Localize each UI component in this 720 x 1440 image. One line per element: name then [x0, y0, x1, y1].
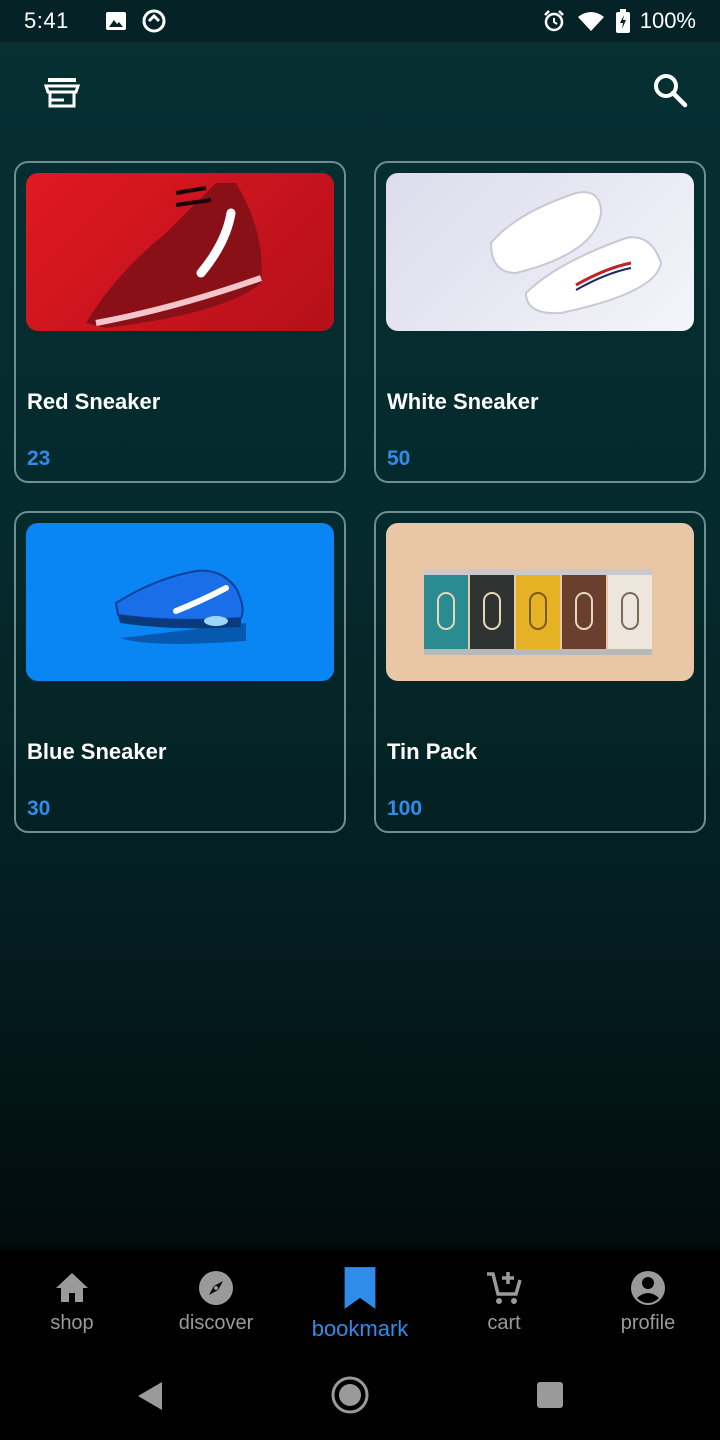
nav-label: profile: [620, 1312, 676, 1334]
system-navigation-bar: [0, 1360, 720, 1440]
nav-item-cart[interactable]: cart: [432, 1268, 576, 1348]
bottom-navigation: shop discover bookmark cart profile: [0, 1250, 720, 1360]
cart-add-icon: [487, 1272, 522, 1304]
white-sneaker-illustration: [489, 191, 663, 315]
product-card-tin-pack[interactable]: Tin Pack 100: [374, 511, 706, 833]
red-sneaker-illustration: [86, 183, 262, 328]
nav-label: cart: [487, 1312, 521, 1334]
search-icon: [654, 74, 688, 108]
red-sneaker-photo: [26, 173, 334, 331]
store-icon: [43, 78, 81, 108]
nav-item-profile[interactable]: profile: [576, 1268, 720, 1348]
product-card-red-sneaker[interactable]: Red Sneaker 23: [14, 161, 346, 483]
nav-label: discover: [178, 1312, 254, 1334]
tin-pack-photo: [386, 523, 694, 681]
nav-label: bookmark: [311, 1316, 409, 1341]
nav-item-shop[interactable]: shop: [0, 1268, 144, 1348]
product-price: 30: [27, 797, 51, 820]
profile-icon: [631, 1271, 665, 1305]
nav-item-bookmark[interactable]: bookmark: [288, 1267, 432, 1348]
product-price: 100: [387, 797, 423, 820]
nav-label: shop: [50, 1312, 94, 1334]
store-button[interactable]: [42, 72, 82, 112]
nav-item-discover[interactable]: discover: [144, 1268, 288, 1348]
product-card-blue-sneaker[interactable]: Blue Sneaker 30: [14, 511, 346, 833]
product-price: 50: [387, 447, 411, 470]
tin-pack-illustration: [424, 569, 652, 655]
alarm-icon: [543, 10, 564, 32]
status-time: 5:41: [24, 8, 69, 33]
image-icon: [105, 12, 126, 30]
product-name: Red Sneaker: [27, 389, 161, 414]
compass-icon: [199, 1271, 233, 1305]
sync-icon: [142, 9, 166, 33]
home-button-icon[interactable]: [330, 1375, 370, 1415]
battery-percent: 100%: [639, 8, 696, 33]
search-button[interactable]: [650, 70, 690, 110]
home-icon: [56, 1273, 88, 1302]
product-card-white-sneaker[interactable]: White Sneaker 50: [374, 161, 706, 483]
product-name: Blue Sneaker: [27, 739, 167, 764]
app-bar: [0, 42, 720, 142]
bookmark-icon: [344, 1267, 376, 1309]
blue-sneaker-photo: [26, 523, 334, 681]
product-name: White Sneaker: [387, 389, 539, 414]
back-icon[interactable]: [136, 1380, 164, 1412]
product-price: 23: [27, 447, 51, 470]
blue-sneaker-illustration: [114, 569, 246, 644]
wifi-icon: [577, 12, 604, 31]
recents-icon[interactable]: [537, 1382, 563, 1408]
white-sneaker-photo: [386, 173, 694, 331]
battery-icon: [615, 9, 630, 33]
product-name: Tin Pack: [387, 739, 478, 764]
status-bar: 5:41 100%: [0, 0, 720, 42]
